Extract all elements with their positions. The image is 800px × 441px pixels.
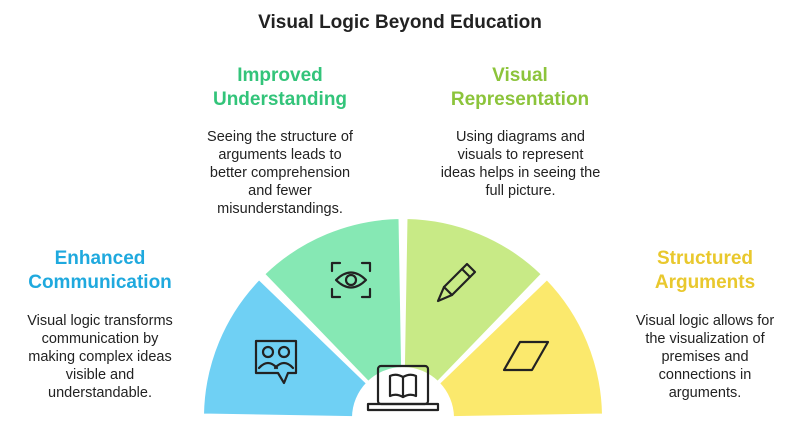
heading-enhanced-communication: Enhanced Communication <box>28 248 172 293</box>
description-structured-arguments: Visual logic allows for the visualizatio… <box>635 313 775 401</box>
heading-structured-arguments: Structured Arguments <box>654 248 756 293</box>
description-visual-representation: Using diagrams and visuals to represent … <box>440 129 601 199</box>
diagram-canvas: Visual Logic Beyond Education Enhanced C… <box>0 0 800 441</box>
description-enhanced-communication: Visual logic transforms communication by… <box>27 313 173 401</box>
heading-improved-understanding: Improved Understanding <box>212 65 348 110</box>
laptop-book-icon <box>366 364 440 412</box>
description-improved-understanding: Seeing the structure of arguments leads … <box>207 129 353 217</box>
heading-visual-representation: Visual Representation <box>450 65 590 110</box>
